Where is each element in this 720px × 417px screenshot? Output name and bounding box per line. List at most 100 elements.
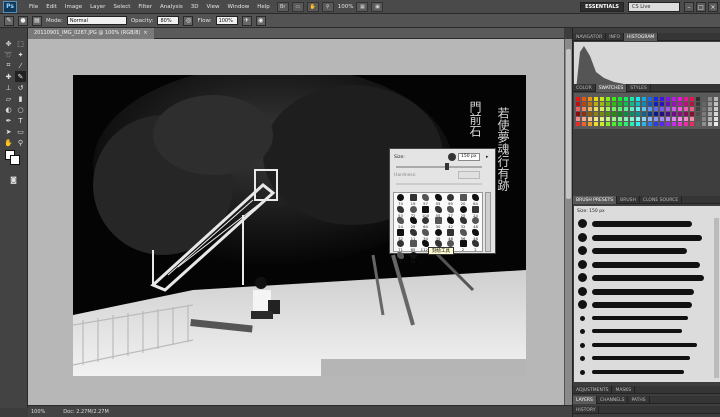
color-swatch[interactable] [714,117,718,121]
color-swatch[interactable] [672,122,676,126]
color-swatch[interactable] [684,97,688,101]
color-swatch[interactable] [618,122,622,126]
color-swatch[interactable] [612,97,616,101]
menu-filter[interactable]: Filter [134,4,156,10]
brush-panel-toggle-icon[interactable]: ▤ [32,15,42,26]
color-swatch[interactable] [714,102,718,106]
color-swatch[interactable] [618,117,622,121]
brush-picker-icon[interactable]: ● [18,15,28,26]
tab-brush[interactable]: BRUSH [617,196,640,204]
color-swatch[interactable] [678,102,682,106]
color-swatch[interactable] [624,102,628,106]
color-swatch[interactable] [696,102,700,106]
color-swatch[interactable] [702,122,706,126]
color-swatch[interactable] [666,107,670,111]
color-swatch[interactable] [636,117,640,121]
color-swatch[interactable] [582,102,586,106]
brush-preset-row[interactable] [576,259,712,271]
color-swatch[interactable] [654,97,658,101]
color-swatch[interactable] [594,122,598,126]
color-swatch[interactable] [648,107,652,111]
hand-tool-icon[interactable]: ✋ [306,1,319,12]
color-swatch[interactable] [642,122,646,126]
color-swatch[interactable] [690,107,694,111]
color-swatch[interactable] [612,112,616,116]
tab-history[interactable]: HISTORY [573,406,600,414]
color-swatch[interactable] [684,122,688,126]
airbrush-icon[interactable]: ✈ [241,15,252,26]
document-tab[interactable]: 20110901_IMG_0287.JPG @ 100% (RGB/8) × [28,27,154,39]
color-swatch[interactable] [690,112,694,116]
color-swatch[interactable] [582,112,586,116]
color-swatch[interactable] [672,97,676,101]
color-swatch[interactable] [618,102,622,106]
brush-preset-row[interactable] [576,326,712,338]
color-swatch[interactable] [660,107,664,111]
tab-masks[interactable]: MASKS [612,386,636,394]
menu-edit[interactable]: Edit [42,4,61,10]
color-swatch[interactable] [630,112,634,116]
color-swatch[interactable] [702,107,706,111]
color-swatch[interactable] [654,102,658,106]
minimize-icon[interactable]: – [684,2,694,12]
quick-mask-icon[interactable]: ◙ [8,174,19,185]
tab-styles[interactable]: STYLES [627,84,651,92]
color-swatch[interactable] [576,112,580,116]
brush-presets-scrollbar[interactable] [714,218,719,378]
color-swatch[interactable] [690,102,694,106]
tab-info[interactable]: INFO [606,33,625,41]
color-swatch[interactable] [684,107,688,111]
brush-size-slider[interactable] [396,166,482,168]
brush-preset-row[interactable] [576,299,712,311]
zoom-tool-icon[interactable]: ⚲ [321,1,334,12]
color-swatch[interactable] [714,97,718,101]
color-swatch[interactable] [576,117,580,121]
menu-analysis[interactable]: Analysis [156,4,187,10]
color-swatch[interactable] [690,122,694,126]
color-swatch[interactable] [660,122,664,126]
color-swatch[interactable] [666,112,670,116]
color-swatch[interactable] [612,102,616,106]
color-swatch[interactable] [582,97,586,101]
maximize-icon[interactable]: □ [696,2,706,12]
color-swatch[interactable] [594,102,598,106]
brush-hardness-slider[interactable] [396,183,482,185]
brush-preset-row[interactable] [576,245,712,257]
type-tool-icon[interactable]: T [15,115,26,126]
menu-image[interactable]: Image [61,4,86,10]
color-swatch[interactable] [696,112,700,116]
close-window-icon[interactable]: × [708,2,718,12]
zoom-level-dropdown[interactable]: 100% [338,4,354,10]
color-swatch[interactable] [636,112,640,116]
close-tab-icon[interactable]: × [143,30,147,36]
brush-hardness-input[interactable] [458,171,480,179]
eraser-tool-icon[interactable]: ▱ [3,93,14,104]
brush-preset-cell[interactable]: 15 [408,251,419,265]
color-swatch[interactable] [702,112,706,116]
color-swatch[interactable] [672,117,676,121]
reset-size-icon[interactable] [448,153,456,161]
brush-preset-row[interactable] [576,313,712,325]
tab-color[interactable]: COLOR [573,84,596,92]
tab-navigator[interactable]: NAVIGATOR [573,33,607,41]
color-swatch[interactable] [678,117,682,121]
color-swatch[interactable] [714,122,718,126]
color-swatch[interactable] [660,102,664,106]
color-swatch[interactable] [660,112,664,116]
color-swatch[interactable] [678,107,682,111]
tab-layers[interactable]: LAYERS [573,396,597,404]
color-swatch[interactable] [606,117,610,121]
gradient-tool-icon[interactable]: ▮ [15,93,26,104]
color-swatch[interactable] [624,112,628,116]
menu-view[interactable]: View [202,4,223,10]
popup-menu-icon[interactable]: ▸ [486,154,492,160]
color-swatch[interactable] [696,107,700,111]
color-swatch[interactable] [624,122,628,126]
brush-size-input[interactable]: 150 px [458,153,480,161]
color-swatch[interactable] [636,107,640,111]
color-swatch[interactable] [630,107,634,111]
color-swatch[interactable] [618,107,622,111]
color-swatch[interactable] [606,122,610,126]
brush-presets-list[interactable]: Size: 150 px [574,206,720,382]
brush-preset-row[interactable] [576,218,712,230]
